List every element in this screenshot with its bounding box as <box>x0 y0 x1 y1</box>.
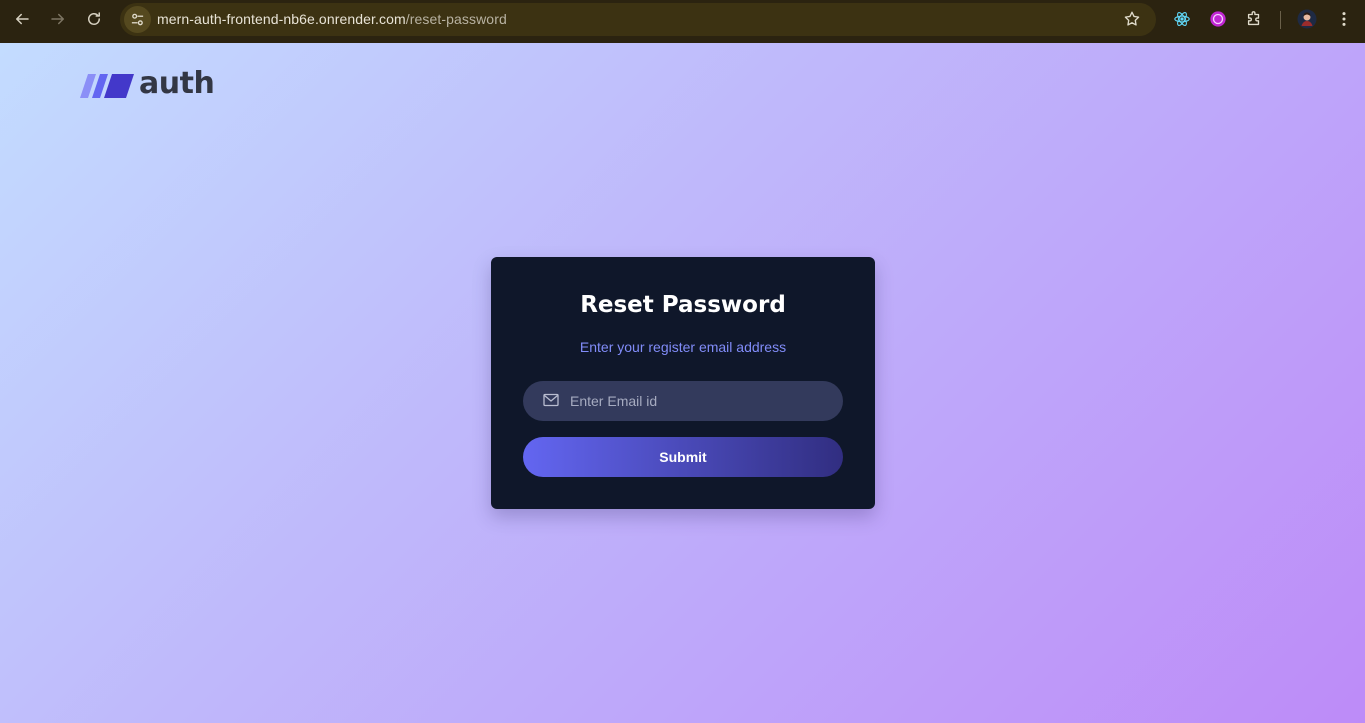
arrow-left-icon <box>16 13 29 25</box>
react-devtools-extension-icon[interactable] <box>1172 9 1192 29</box>
site-info-button[interactable] <box>124 6 151 33</box>
tune-icon <box>131 13 144 26</box>
email-field[interactable] <box>523 381 843 421</box>
purple-extension-icon[interactable] <box>1208 9 1228 29</box>
submit-button[interactable]: Submit <box>523 437 843 477</box>
page-title: Reset Password <box>580 292 786 318</box>
browser-menu-icon[interactable] <box>1334 9 1354 29</box>
profile-avatar[interactable] <box>1297 9 1317 29</box>
page-background: auth Reset Password Enter your register … <box>0 43 1365 723</box>
card-subtitle: Enter your register email address <box>579 339 787 355</box>
url-text: mern-auth-frontend-nb6e.onrender.com/res… <box>157 11 507 27</box>
site-logo[interactable]: auth <box>80 66 215 101</box>
toolbar-divider <box>1280 11 1281 29</box>
address-bar[interactable]: mern-auth-frontend-nb6e.onrender.com/res… <box>120 3 1156 36</box>
url-host: mern-auth-frontend-nb6e.onrender.com <box>157 11 406 27</box>
forward-button[interactable] <box>46 7 70 31</box>
back-button[interactable] <box>10 7 34 31</box>
browser-toolbar: mern-auth-frontend-nb6e.onrender.com/res… <box>0 0 1365 43</box>
arrow-right-icon <box>51 13 64 25</box>
reload-button[interactable] <box>82 7 106 31</box>
reload-icon <box>88 12 100 25</box>
url-path: /reset-password <box>405 11 507 27</box>
bookmark-star-icon[interactable] <box>1123 10 1141 28</box>
mail-icon <box>543 393 559 407</box>
logo-stripes-icon <box>80 74 134 98</box>
logo-text: auth <box>139 66 215 101</box>
extensions-puzzle-icon[interactable] <box>1244 9 1264 29</box>
email-input[interactable] <box>570 381 830 421</box>
reset-password-card: Reset Password Enter your register email… <box>491 257 875 509</box>
